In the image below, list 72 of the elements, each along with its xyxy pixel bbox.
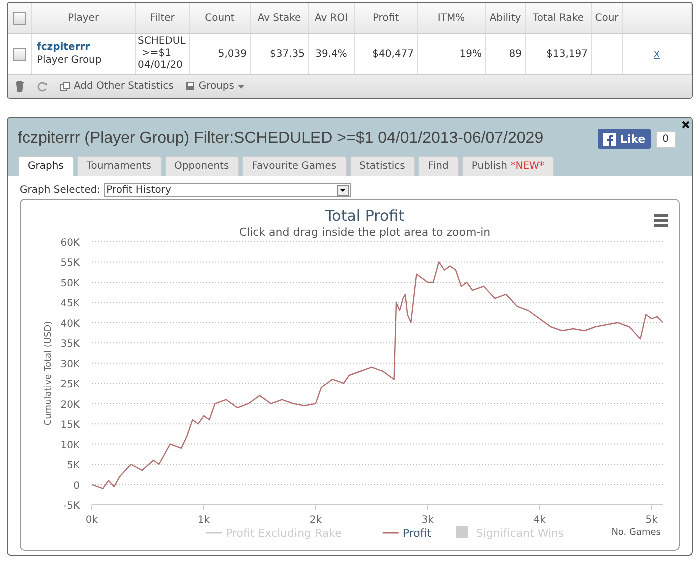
chart-subtitle: Click and drag inside the plot area to zoom-in [239, 226, 491, 239]
column-header: Ability [490, 12, 522, 24]
y-tick-label: 35K [60, 339, 80, 350]
y-tick-label: 45K [60, 298, 80, 310]
y-tick-label: 20K [60, 400, 80, 411]
y-tick-label: 0 [74, 480, 80, 492]
y-tick-label: -5K [63, 501, 80, 512]
facebook-icon[interactable] [603, 132, 616, 146]
y-tick-label: 40K [60, 318, 80, 330]
trash-icon[interactable] [15, 81, 25, 92]
table-cell: $13,197 [546, 48, 588, 60]
x-tick-label: 1k [198, 515, 210, 526]
windows-icon[interactable] [60, 82, 70, 91]
menu-icon[interactable] [654, 214, 668, 227]
checkbox[interactable] [13, 12, 26, 24]
add-statistics-button[interactable]: Add Other Statistics [60, 81, 174, 92]
caret-icon[interactable] [238, 84, 246, 88]
table-cell: 5,039 [218, 48, 247, 60]
table-cell: $40,477 [372, 48, 414, 60]
like-count: 0 [656, 130, 676, 148]
graph-select-label: Graph Selected: [20, 184, 101, 196]
close-icon[interactable] [682, 121, 690, 129]
filter-text: SCHEDUL [138, 36, 187, 48]
y-tick-label: 5K [67, 460, 80, 472]
table-cell: 19% [460, 48, 482, 60]
column-header: Cour [595, 12, 619, 24]
y-tick-label: 25K [60, 380, 80, 391]
save-icon[interactable] [186, 82, 195, 91]
y-tick-label: 15K [60, 420, 80, 432]
chart-title: Total Profit [326, 207, 404, 225]
column-header: Profit [372, 12, 400, 24]
like-button[interactable]: Like [598, 129, 651, 149]
graph-dropdown[interactable]: Profit History [104, 183, 351, 197]
x-tick-label: 5k [646, 515, 658, 526]
column-header: Av Stake [258, 12, 302, 24]
column-header: Filter [150, 12, 175, 24]
table-cell: 89 [509, 48, 522, 60]
tab[interactable]: Opponents [164, 156, 240, 176]
y-tick-label: 10K [60, 440, 80, 452]
tab[interactable]: Statistics [350, 156, 416, 176]
column-header: ITM% [438, 12, 466, 24]
table-cell: $37.35 [270, 48, 305, 60]
remove-link[interactable]: x [654, 48, 660, 60]
y-axis-label: Cumulative Total (USD) [44, 321, 54, 426]
player-link[interactable]: fczpiterrr [37, 42, 90, 53]
groups-button[interactable]: Groups [186, 81, 246, 92]
column-header: Player [68, 12, 100, 24]
player-type: Player Group [37, 54, 103, 67]
y-tick-label: 55K [60, 258, 80, 270]
x-tick-label: 4k [534, 515, 546, 526]
table-cell: 39.4% [316, 48, 348, 60]
tab[interactable]: Graphs [18, 156, 74, 176]
tab[interactable]: Tournaments [76, 156, 162, 176]
column-header: Total Rake [533, 12, 584, 24]
y-tick-label: 60K [60, 238, 80, 249]
x-tick-label: 2k [310, 515, 322, 526]
panel-title: fczpiterrr (Player Group) Filter:SCHEDULED >=$1 04/01/2013-06/07/2029 [18, 130, 545, 148]
refresh-icon[interactable] [37, 81, 48, 92]
column-header: Count [205, 12, 235, 24]
filter-text: 04/01/20 [138, 60, 184, 72]
checkbox[interactable] [13, 48, 26, 60]
tab[interactable]: Find [418, 156, 459, 176]
filter-text: >=$1 [141, 48, 172, 60]
tab[interactable]: Favourite Games [242, 156, 347, 176]
x-tick-label: 0k [86, 515, 98, 526]
legend-item[interactable]: Profit [402, 527, 432, 540]
y-tick-label: 30K [60, 359, 80, 370]
x-axis-note: No. Games [612, 528, 661, 538]
y-tick-label: 50K [60, 278, 80, 290]
tab[interactable]: Publish *NEW* [462, 156, 554, 176]
x-tick-label: 3k [422, 515, 434, 526]
column-header: Av ROI [314, 12, 348, 24]
